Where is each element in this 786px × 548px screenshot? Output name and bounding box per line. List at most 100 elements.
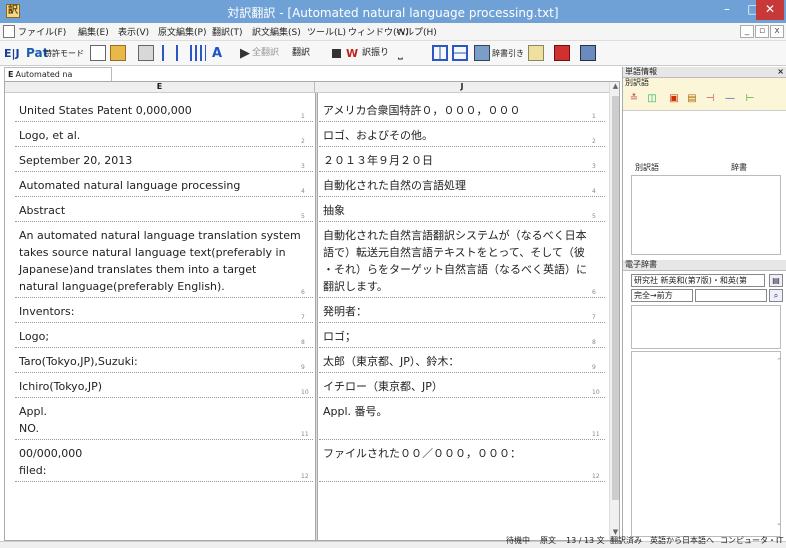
scroll-thumb[interactable] (612, 96, 619, 500)
document-tab[interactable]: E Automated na (4, 67, 112, 81)
source-segment-line[interactable]: Abstract (19, 202, 65, 219)
font-size-icon[interactable]: A (212, 45, 222, 62)
stacked-layout-icon[interactable] (452, 45, 468, 61)
target-segment-line[interactable]: 自動化された自然言語翻訳システムが（なるべく日本 (323, 227, 587, 244)
tool-icon[interactable] (554, 45, 570, 61)
target-segment-line[interactable]: Appl. 番号。 (323, 403, 388, 420)
word-translate-icon[interactable]: W (346, 45, 358, 62)
translate-word-button[interactable]: 訳振り (362, 45, 389, 62)
lookup-word-icon[interactable]: ◫ (645, 93, 659, 107)
segment-divider (15, 347, 313, 348)
register-word-icon[interactable]: ▣ (667, 93, 681, 107)
source-segment-line[interactable]: Inventors: (19, 303, 74, 320)
menu-tools[interactable]: ツール(L) (307, 25, 346, 38)
edit-word-icon[interactable]: ▤ (685, 93, 699, 107)
ej-direction-button[interactable]: E|J (4, 45, 20, 62)
segment-divider (319, 481, 605, 482)
target-segment-line[interactable]: 翻訳します。 (323, 278, 388, 295)
source-segment-line[interactable]: Ichiro(Tokyo,JP) (19, 378, 102, 395)
target-segment-line[interactable]: ・それ）らをターゲット自然言語（なるべく英語）に (323, 261, 587, 278)
match-mode-select[interactable]: 完全→前方 (631, 289, 693, 302)
minimize-button[interactable]: – (714, 0, 740, 20)
source-segment-line[interactable]: United States Patent 0,000,000 (19, 102, 192, 119)
source-segment-line[interactable]: NO. (19, 420, 39, 437)
new-document-icon[interactable] (90, 45, 106, 61)
column-splitter[interactable] (315, 93, 318, 540)
target-segment-line[interactable]: アメリカ合衆国特許０，０００，０００ (323, 102, 520, 119)
content-scroll-up-icon[interactable]: ⌃ (774, 357, 784, 365)
source-segment-line[interactable]: Logo; (19, 328, 49, 345)
target-segment-line[interactable]: ファイルされた００／０００，０００： (323, 445, 521, 462)
source-segment-line[interactable]: 00/000,000 (19, 445, 82, 462)
menu-help[interactable]: ヘルプ(H) (396, 25, 437, 38)
multi-column-icon[interactable] (190, 45, 206, 61)
source-segment-line[interactable]: Automated natural language processing (19, 177, 240, 194)
column-header-source: E (5, 82, 315, 93)
dictionary-select[interactable]: 研究社 新英和(第7版)・和英(第 (631, 274, 765, 287)
document-icon[interactable] (3, 25, 15, 38)
mdi-minimize-button[interactable]: _ (740, 25, 754, 38)
menu-target-edit[interactable]: 訳文編集(S) (252, 25, 301, 38)
close-button[interactable]: ✕ (756, 0, 784, 20)
side-by-side-layout-icon[interactable] (432, 45, 448, 61)
editor-scrollbar[interactable]: ▲ ▼ (609, 82, 619, 540)
dictionary-icon[interactable] (474, 45, 490, 61)
stop-icon[interactable] (332, 49, 341, 58)
segment-divider (15, 481, 313, 482)
target-segment-line[interactable]: 太郎（東京都、JP）、鈴木： (323, 353, 459, 370)
source-segment-line[interactable]: Taro(Tokyo,JP),Suzuki: (19, 353, 138, 370)
dictionary-column: 辞書 (731, 163, 747, 172)
source-segment-line[interactable]: natural language(preferably English). (19, 278, 225, 295)
mdi-restore-button[interactable]: ▫ (755, 25, 769, 38)
search-input[interactable] (695, 289, 767, 302)
target-segment-line[interactable]: ロゴ、およびその他。 (323, 127, 433, 144)
target-segment-line[interactable]: ロゴ； (323, 328, 356, 345)
alt-translation-list[interactable] (631, 175, 781, 255)
target-segment-line[interactable]: 語で）転送元自然言語テキストをとって、そして（彼 (323, 244, 585, 261)
translate-all-button[interactable]: 全翻訳 (252, 45, 279, 62)
segment-number: 7 (592, 314, 596, 321)
target-segment-line[interactable]: ２０１３年９月２０日 (323, 152, 433, 169)
next-candidate-icon[interactable]: — (723, 93, 737, 107)
source-segment-line[interactable]: filed: (19, 462, 46, 479)
target-segment-line[interactable]: イチロー（東京都、JP） (323, 378, 443, 395)
scroll-up-icon[interactable]: ▲ (610, 82, 619, 94)
source-segment-line[interactable]: Appl. (19, 403, 47, 420)
target-segment-line[interactable]: 抽象 (323, 202, 345, 219)
target-segment-line[interactable]: 自動化された自然の言語処理 (323, 177, 466, 194)
source-segment-line[interactable]: Japanese)and translates them into a targ… (19, 261, 256, 278)
search-results-list[interactable] (631, 305, 781, 349)
user-dictionary-icon[interactable] (580, 45, 596, 61)
insert-word-icon[interactable]: ≛ (627, 93, 641, 107)
source-segment-line[interactable]: Logo, et al. (19, 127, 80, 144)
open-folder-icon[interactable] (110, 45, 126, 61)
column-layout-icon[interactable] (162, 45, 178, 61)
close-pane-icon[interactable]: × (777, 67, 784, 77)
menu-translate[interactable]: 翻訳(T) (212, 25, 243, 38)
play-icon[interactable]: ▶ (240, 45, 250, 62)
menu-edit[interactable]: 編集(E) (78, 25, 109, 38)
print-icon[interactable] (138, 45, 154, 61)
mdi-close-button[interactable]: x (770, 25, 784, 38)
translate-button[interactable]: 翻訳 (292, 45, 310, 62)
menu-file[interactable]: ファイル(F) (18, 25, 66, 38)
space-icon[interactable]: ⎵ (398, 45, 403, 62)
dictionary-book-icon[interactable]: ▤ (769, 274, 783, 287)
segment-number: 4 (301, 188, 305, 195)
dictionary-content[interactable] (631, 351, 781, 537)
source-segment-line[interactable]: An automated natural language translatio… (19, 227, 301, 244)
target-segment-line[interactable]: 発明者： (323, 303, 367, 320)
source-segment-line[interactable]: September 20, 2013 (19, 152, 132, 169)
search-icon[interactable]: ⌕ (769, 289, 783, 302)
bilingual-editor[interactable]: E J United States Patent 0,000,000 1 アメリカ合… (4, 81, 620, 541)
memo-icon[interactable] (528, 45, 544, 61)
prev-candidate-icon[interactable]: ⊣ (703, 93, 717, 107)
dictionary-lookup-button[interactable]: 辞書引き (492, 45, 524, 62)
right-pane: 単語情報 × 別訳語 ≛ ◫ ▣ ▤ ⊣ — ⊢ 別訳語 辞書 電子辞書 研究社… (622, 67, 786, 541)
source-segment-line[interactable]: takes source natural language text(prefe… (19, 244, 286, 261)
menu-source-edit[interactable]: 原文編集(P) (158, 25, 206, 38)
apply-candidate-icon[interactable]: ⊢ (743, 93, 757, 107)
menu-view[interactable]: 表示(V) (118, 25, 149, 38)
patent-mode-label[interactable]: 特許モード (44, 45, 84, 62)
content-scroll-down-icon[interactable]: ⌄ (774, 519, 784, 527)
